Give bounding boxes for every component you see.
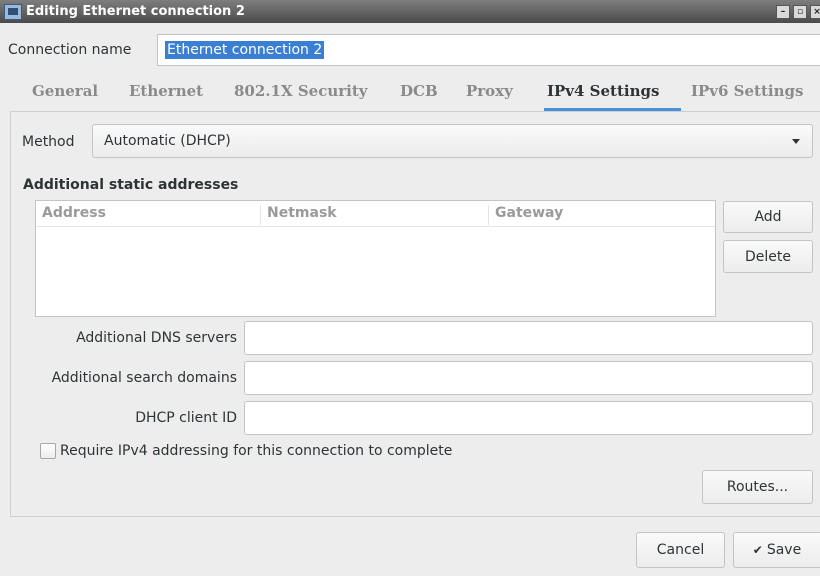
- connection-name-input[interactable]: Ethernet connection 2: [157, 34, 820, 66]
- dhcp-client-id-label: DHCP client ID: [135, 410, 237, 426]
- routes-button-label: Routes...: [726, 479, 789, 495]
- delete-button-label: Delete: [745, 248, 791, 265]
- require-ipv4-label[interactable]: Require IPv4 addressing for this connect…: [60, 443, 452, 459]
- window-title: Editing Ethernet connection 2: [26, 4, 245, 19]
- active-tab-indicator: [544, 108, 681, 111]
- maximize-icon[interactable]: ▫: [793, 4, 807, 19]
- cancel-button[interactable]: Cancel: [636, 532, 725, 568]
- save-button-label: Save: [766, 542, 802, 558]
- routes-button[interactable]: Routes...: [702, 470, 813, 504]
- column-header-address[interactable]: Address: [36, 205, 106, 225]
- network-app-icon: [4, 3, 22, 20]
- minimize-icon[interactable]: –: [776, 4, 790, 19]
- require-ipv4-row[interactable]: Require IPv4 addressing for this connect…: [40, 443, 452, 459]
- connection-name-row: Connection name Ethernet connection 2: [0, 30, 820, 70]
- save-button[interactable]: ✔ Save: [733, 532, 820, 568]
- window-titlebar: Editing Ethernet connection 2 – ▫ ×: [0, 0, 820, 23]
- search-domains-label: Additional search domains: [51, 370, 237, 386]
- column-header-gateway[interactable]: Gateway: [488, 205, 563, 225]
- delete-address-button[interactable]: Delete: [723, 240, 813, 273]
- tab-ipv6-settings[interactable]: IPv6 Settings: [691, 82, 803, 100]
- tab-general[interactable]: General: [32, 82, 98, 100]
- column-header-netmask[interactable]: Netmask: [260, 205, 337, 225]
- cancel-button-label: Cancel: [656, 542, 705, 558]
- tab-dcb[interactable]: DCB: [400, 82, 438, 100]
- connection-name-value: Ethernet connection 2: [165, 41, 325, 59]
- method-value: Automatic (DHCP): [104, 133, 231, 149]
- settings-tabs: General Ethernet 802.1X Security DCB Pro…: [10, 72, 820, 112]
- close-icon[interactable]: ×: [810, 4, 820, 19]
- dhcp-client-id-input[interactable]: [244, 401, 813, 435]
- method-label: Method: [22, 134, 75, 150]
- require-ipv4-checkbox[interactable]: [40, 443, 56, 459]
- add-button-label: Add: [754, 209, 782, 225]
- static-addresses-heading: Additional static addresses: [23, 177, 239, 193]
- dns-servers-label: Additional DNS servers: [76, 330, 237, 346]
- method-dropdown[interactable]: Automatic (DHCP): [92, 124, 813, 158]
- static-addresses-table[interactable]: Address Netmask Gateway: [35, 200, 716, 317]
- tab-ipv4-settings[interactable]: IPv4 Settings: [547, 82, 659, 100]
- search-domains-input[interactable]: [244, 361, 813, 395]
- dns-servers-input[interactable]: [244, 321, 813, 355]
- tab-proxy[interactable]: Proxy: [466, 82, 513, 100]
- add-address-button[interactable]: Add: [723, 201, 813, 233]
- tab-8021x-security[interactable]: 802.1X Security: [234, 82, 368, 100]
- checkmark-icon: ✔: [752, 543, 763, 557]
- table-header: Address Netmask Gateway: [36, 201, 715, 227]
- connection-name-label: Connection name: [8, 42, 132, 58]
- tab-ethernet[interactable]: Ethernet: [129, 82, 203, 100]
- chevron-down-icon: [792, 139, 800, 144]
